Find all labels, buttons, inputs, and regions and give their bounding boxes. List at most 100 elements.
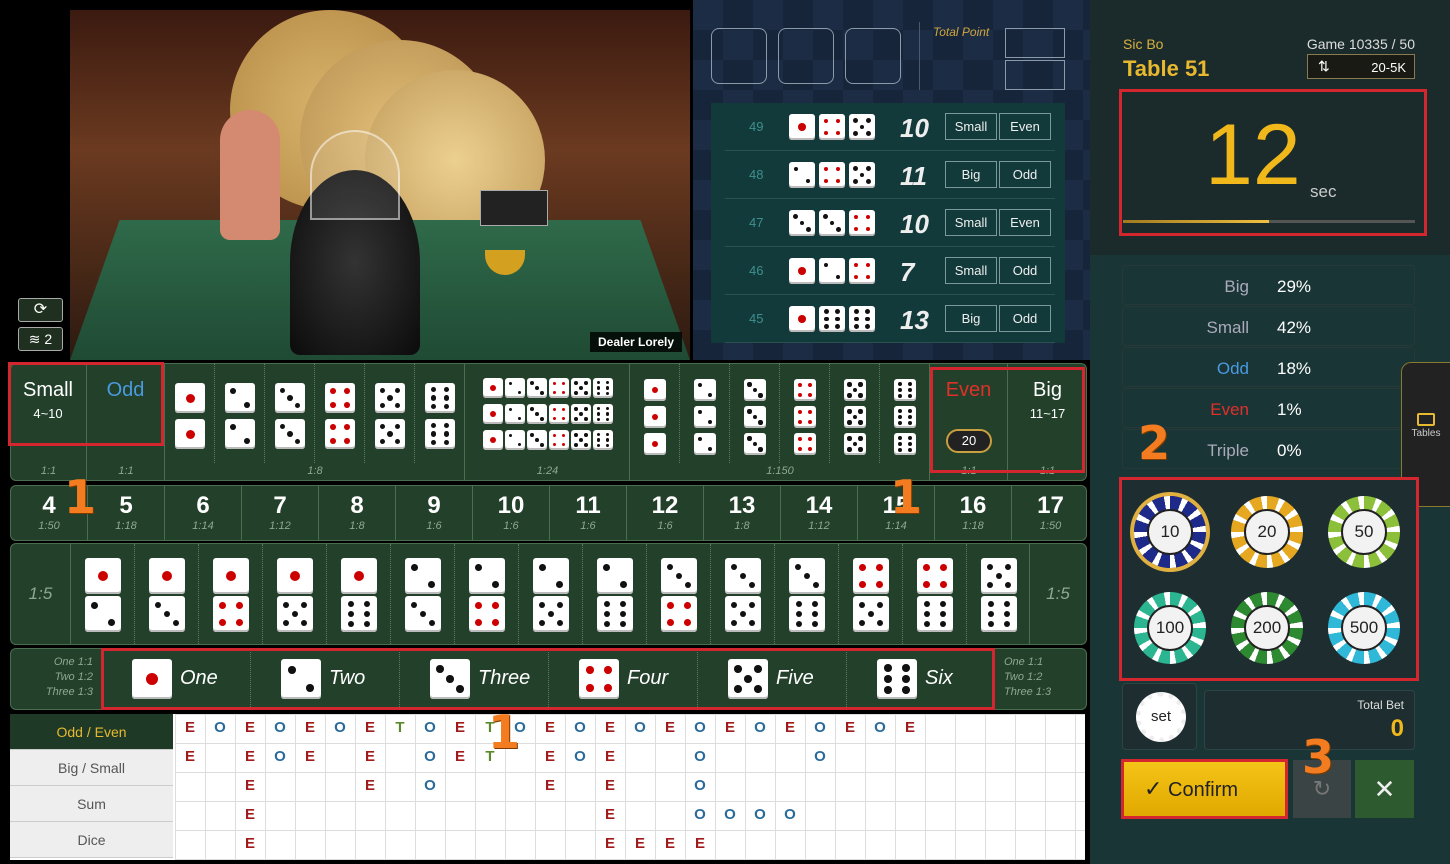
single-odds-line: Three 1:3: [45, 686, 93, 698]
bet-single-three[interactable]: Three: [400, 649, 549, 709]
bet-single-one[interactable]: One: [102, 649, 251, 709]
roadmap-marker: E: [454, 748, 465, 765]
bet-triple-6[interactable]: [880, 363, 930, 463]
bet-pair-5-6[interactable]: [967, 544, 1031, 644]
chip-20[interactable]: 20: [1231, 496, 1303, 568]
roadmap-marker: O: [634, 719, 646, 736]
bet-sum-12[interactable]: 12 1:6: [627, 486, 704, 541]
sum-value: 11: [575, 492, 601, 519]
refresh-button[interactable]: ⟳: [18, 298, 63, 322]
bet-pair-1-2[interactable]: [71, 544, 135, 644]
bet-triples: [630, 363, 930, 481]
chip-200[interactable]: 200: [1231, 592, 1303, 664]
bet-pair-4-6[interactable]: [903, 544, 967, 644]
roadmap-tab-dice[interactable]: Dice: [10, 822, 173, 858]
bet-single-four[interactable]: Four: [549, 649, 698, 709]
bet-pair-4-5[interactable]: [839, 544, 903, 644]
roadmap-tab-sum[interactable]: Sum: [10, 786, 173, 822]
bet-double-1[interactable]: [165, 363, 215, 463]
bet-big[interactable]: Big 11~17 1:1: [1008, 363, 1087, 481]
bet-double-5[interactable]: [365, 363, 415, 463]
bet-sum-6[interactable]: 6 1:14: [165, 486, 242, 541]
stat-value: 0%: [1277, 441, 1302, 460]
bet-pair-1-5[interactable]: [263, 544, 327, 644]
wifi-icon: ≋: [28, 331, 41, 347]
bet-sum-11[interactable]: 11 1:6: [550, 486, 627, 541]
bet-pair-3-5[interactable]: [711, 544, 775, 644]
die-face-2: [225, 383, 255, 413]
bet-single-five[interactable]: Five: [698, 649, 847, 709]
placed-chip: 20: [946, 429, 992, 453]
bet-small[interactable]: Small 4~10 1:1: [10, 363, 87, 481]
result-sum: 11: [900, 161, 927, 191]
chip-100[interactable]: 100: [1134, 592, 1206, 664]
bet-pair-2-4[interactable]: [455, 544, 519, 644]
bet-pair-1-3[interactable]: [135, 544, 199, 644]
bet-triple-5[interactable]: [830, 363, 880, 463]
die-face-3: [789, 558, 825, 594]
sum-odds: 1:12: [808, 520, 830, 532]
die-face-5: [844, 406, 866, 428]
round-number: 47: [749, 215, 764, 230]
bet-double-3[interactable]: [265, 363, 315, 463]
bet-sum-13[interactable]: 13 1:8: [704, 486, 781, 541]
die-face-6: [894, 406, 916, 428]
bet-pair-3-4[interactable]: [647, 544, 711, 644]
cancel-button[interactable]: ✕: [1355, 760, 1414, 818]
bet-triple-4[interactable]: [780, 363, 830, 463]
bet-odd[interactable]: Odd 1:1: [87, 363, 165, 481]
single-label: Six: [925, 667, 953, 689]
roadmap-marker: E: [664, 835, 675, 852]
die-face-3: [661, 558, 697, 594]
bet-triple-3[interactable]: [730, 363, 780, 463]
chip-500[interactable]: 500: [1328, 592, 1400, 664]
die-face-6: [593, 378, 613, 398]
annotation-marker: 1: [890, 470, 923, 524]
bet-pair-2-6[interactable]: [583, 544, 647, 644]
bet-pair-3-6[interactable]: [775, 544, 839, 644]
die-face-6: [593, 404, 613, 424]
roadmap-marker: E: [364, 719, 375, 736]
bet-pair-1-4[interactable]: [199, 544, 263, 644]
roadmap-marker: E: [184, 748, 195, 765]
bet-single-two[interactable]: Two: [251, 649, 400, 709]
chip-value: 50: [1341, 509, 1387, 555]
bet-sum-9[interactable]: 9 1:6: [396, 486, 473, 541]
roadmap-marker: E: [364, 777, 375, 794]
bet-even[interactable]: Even 20 1:1: [930, 363, 1008, 481]
bet-pair-1-6[interactable]: [327, 544, 391, 644]
chip-50[interactable]: 50: [1328, 496, 1400, 568]
bet-double-2[interactable]: [215, 363, 265, 463]
bet-double-4[interactable]: [315, 363, 365, 463]
bet-limit[interactable]: ⇅ 20-5K: [1307, 54, 1415, 79]
roadmap-tab-odd-even[interactable]: Odd / Even: [10, 714, 173, 750]
bet-sum-14[interactable]: 14 1:12: [781, 486, 858, 541]
bet-pair-2-3[interactable]: [391, 544, 455, 644]
bet-sum-16[interactable]: 16 1:18: [935, 486, 1012, 541]
sum-value: 5: [119, 492, 133, 519]
bet-sum-5[interactable]: 5 1:18: [88, 486, 165, 541]
bet-sum-10[interactable]: 10 1:6: [473, 486, 550, 541]
die-face-6: [593, 430, 613, 450]
bet-triple-1[interactable]: [630, 363, 680, 463]
chip-10[interactable]: 10: [1134, 496, 1206, 568]
bet-pair-2-5[interactable]: [519, 544, 583, 644]
table-name: Table 51: [1123, 56, 1210, 81]
roadmap-marker: E: [604, 748, 615, 765]
bet-sum-7[interactable]: 7 1:12: [242, 486, 319, 541]
set-chips-button[interactable]: set: [1122, 683, 1197, 750]
bet-any-triple[interactable]: [465, 363, 630, 481]
roadmap-tab-big-small[interactable]: Big / Small: [10, 750, 173, 786]
roadmap-marker: E: [604, 719, 615, 736]
result-sum: 10: [900, 209, 929, 239]
confirm-button[interactable]: ✓ Confirm: [1122, 760, 1287, 818]
stat-value: 29%: [1277, 277, 1312, 296]
single-label: Three: [478, 667, 531, 689]
bet-triple-2[interactable]: [680, 363, 730, 463]
bet-double-6[interactable]: [415, 363, 465, 463]
bet-sum-8[interactable]: 8 1:8: [319, 486, 396, 541]
bet-single-six[interactable]: Six: [847, 649, 996, 709]
die-face-3: [789, 210, 815, 236]
die-face-5: [849, 114, 875, 140]
bet-sum-17[interactable]: 17 1:50: [1012, 486, 1089, 541]
